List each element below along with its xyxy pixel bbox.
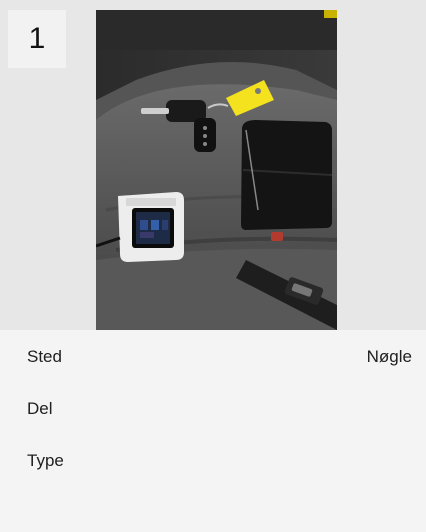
photo-area: 1 xyxy=(0,0,426,330)
item-number-badge: 1 xyxy=(8,10,66,68)
item-photo[interactable] xyxy=(96,10,337,330)
field-row-type: Type xyxy=(27,450,412,472)
field-label-del: Del xyxy=(27,399,53,418)
field-value-sted: Nøgle xyxy=(366,347,412,366)
field-row-del: Del xyxy=(27,398,412,420)
item-card: 1 Sted Nøgle Del Type xyxy=(0,0,426,532)
field-label-sted: Sted xyxy=(27,347,62,366)
field-label-type: Type xyxy=(27,451,64,470)
item-details: Sted Nøgle Del Type xyxy=(0,330,426,532)
field-row-sted: Sted Nøgle xyxy=(27,346,412,368)
